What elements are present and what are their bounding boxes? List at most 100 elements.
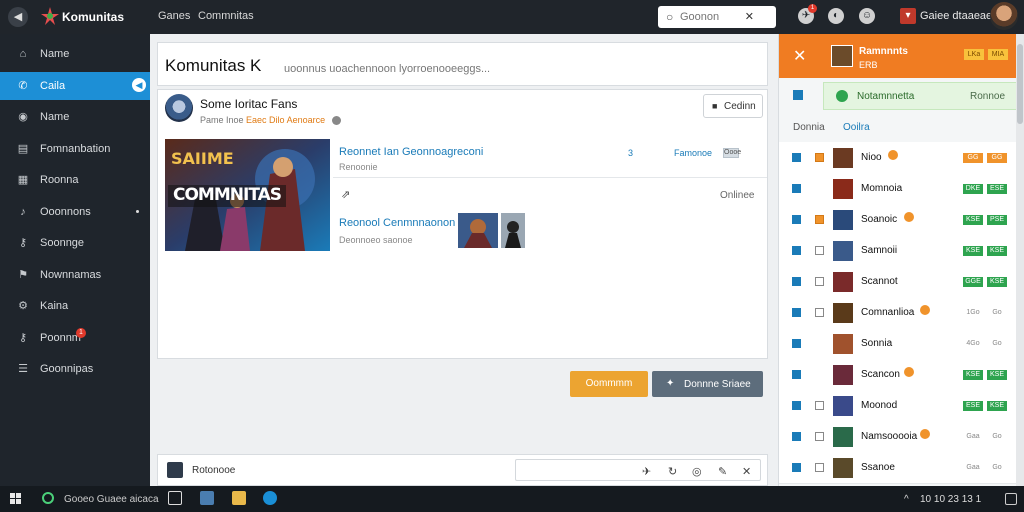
- scrollbar[interactable]: [1016, 34, 1024, 486]
- checkbox[interactable]: [792, 432, 801, 441]
- collapse-icon[interactable]: ◀: [132, 77, 146, 92]
- community-banner[interactable]: SAIIME COMMNITAS: [165, 139, 330, 251]
- search-icon[interactable]: [42, 492, 54, 504]
- sidebar-item[interactable]: ✆ Caila ◀: [0, 71, 150, 100]
- tab-online[interactable]: Ooilra: [843, 122, 870, 133]
- member-row[interactable]: Comnanlioa 1Go Go: [779, 297, 1019, 329]
- member-avatar[interactable]: [833, 179, 853, 199]
- sidebar-item[interactable]: ♪ Ooonnons: [0, 198, 150, 226]
- message-icon[interactable]: ◐: [828, 8, 844, 24]
- back-arrow-icon[interactable]: ◀: [8, 7, 28, 27]
- file-explorer-icon[interactable]: [232, 491, 246, 505]
- panel-tag[interactable]: LKa: [964, 49, 984, 60]
- member-name[interactable]: Scannot: [861, 276, 898, 287]
- tab-members[interactable]: Donnia: [793, 122, 825, 133]
- member-row[interactable]: Moonod ESE KSE: [779, 390, 1019, 422]
- checkbox[interactable]: [792, 246, 801, 255]
- checkbox[interactable]: [792, 370, 801, 379]
- checkbox[interactable]: [792, 277, 801, 286]
- sidebar-item[interactable]: ⚙ Kaina: [0, 292, 150, 320]
- panel-tag[interactable]: MIA: [988, 49, 1008, 60]
- role-checkbox[interactable]: [815, 153, 824, 162]
- role-checkbox[interactable]: [815, 215, 824, 224]
- member-row[interactable]: Samnoii KSE KSE: [779, 235, 1019, 267]
- search-box[interactable]: ○ ✕: [658, 6, 776, 28]
- checkbox[interactable]: [792, 463, 801, 472]
- sidebar-item[interactable]: ⚷ Poonnm 1: [0, 324, 150, 352]
- member-avatar[interactable]: [833, 458, 853, 478]
- checkbox[interactable]: [792, 153, 801, 162]
- member-name[interactable]: Scancon: [861, 369, 900, 380]
- search-input[interactable]: [680, 9, 750, 25]
- task-view-icon[interactable]: [168, 491, 182, 505]
- info-icon[interactable]: [331, 116, 341, 126]
- sidebar-item[interactable]: ▦ Roonna: [0, 166, 150, 194]
- role-checkbox[interactable]: [815, 401, 824, 410]
- checkbox[interactable]: [792, 308, 801, 317]
- edit-icon[interactable]: ✎: [718, 465, 727, 478]
- member-avatar[interactable]: [833, 241, 853, 261]
- member-row[interactable]: Scancon KSE KSE: [779, 359, 1019, 391]
- sidebar-item[interactable]: ⌂ Name: [0, 40, 150, 68]
- photos-app-icon[interactable]: [200, 491, 214, 505]
- bookmark-icon[interactable]: [793, 90, 803, 100]
- member-avatar[interactable]: [833, 148, 853, 168]
- nav-item-games[interactable]: Ganes: [158, 10, 190, 22]
- checkbox[interactable]: [792, 215, 801, 224]
- member-row[interactable]: Nioo GG GG: [779, 142, 1019, 174]
- sidebar-item[interactable]: ⚑ Nownnamas: [0, 261, 150, 289]
- sidebar-item[interactable]: ☰ Goonnipas: [0, 355, 150, 383]
- role-checkbox[interactable]: [815, 463, 824, 472]
- tray-arrow-icon[interactable]: ^: [904, 494, 909, 505]
- member-name[interactable]: Moonod: [861, 400, 897, 411]
- checkbox[interactable]: [792, 339, 801, 348]
- member-avatar[interactable]: [833, 303, 853, 323]
- member-name[interactable]: Nioo: [861, 152, 882, 163]
- member-avatar[interactable]: [833, 365, 853, 385]
- community-name[interactable]: Some Ioritac Fans: [200, 97, 297, 111]
- composer-input[interactable]: ✈ ↻ ◎ ✎ ✕: [515, 459, 761, 481]
- app-name[interactable]: Komunitas: [62, 10, 124, 24]
- role-checkbox[interactable]: [815, 246, 824, 255]
- windows-start-icon[interactable]: [10, 493, 22, 505]
- sidebar-item[interactable]: ◉ Name: [0, 103, 150, 131]
- community-avatar[interactable]: [165, 94, 193, 122]
- role-checkbox[interactable]: [815, 432, 824, 441]
- join-button[interactable]: ■ Cedinn: [703, 94, 763, 118]
- secondary-button[interactable]: ✦ Donnne Sriaee: [652, 371, 763, 397]
- close-icon[interactable]: ✕: [793, 46, 806, 66]
- user-avatar[interactable]: [990, 2, 1018, 30]
- member-row[interactable]: Sonnia 4Go Go: [779, 328, 1019, 360]
- scrollbar-thumb[interactable]: [1017, 44, 1023, 124]
- tray-clock[interactable]: 10 10 23 13 1: [920, 494, 981, 505]
- post2-title[interactable]: Reonool Cenmnnaonon: [339, 217, 455, 229]
- member-name[interactable]: Ssanoe: [861, 462, 895, 473]
- emoji-icon[interactable]: ◎: [692, 465, 702, 478]
- browser-icon[interactable]: [263, 491, 277, 505]
- member-avatar[interactable]: [833, 396, 853, 416]
- member-name[interactable]: Soanoic: [861, 214, 897, 225]
- meta-highlight[interactable]: Eaec Dilo Aenoarce: [246, 115, 325, 125]
- close-icon[interactable]: ✕: [742, 465, 751, 478]
- member-name[interactable]: Sonnia: [861, 338, 892, 349]
- member-name[interactable]: Comnanlioa: [861, 307, 914, 318]
- share-icon[interactable]: ⇗: [341, 188, 350, 201]
- komunitas-logo-icon[interactable]: [40, 6, 60, 26]
- post-title[interactable]: Reonnet Ian Geonnoagreconi: [339, 146, 483, 158]
- sidebar-item[interactable]: ⚷ Soonnge: [0, 229, 150, 257]
- status-bar[interactable]: Notamnnetta Ronnoe: [823, 82, 1019, 110]
- user-name[interactable]: Gaiee dtaaeaee: [920, 10, 998, 22]
- taskbar-search-label[interactable]: Gooeo Guaee aicaca: [64, 494, 159, 505]
- member-row[interactable]: Scannot GGE KSE: [779, 266, 1019, 298]
- nav-item-communities[interactable]: Commnitas: [198, 10, 254, 22]
- post-thumbnail[interactable]: [458, 213, 498, 248]
- member-avatar[interactable]: [833, 272, 853, 292]
- post-tag[interactable]: Oooe: [723, 148, 741, 158]
- member-name[interactable]: Namsooooia: [861, 431, 917, 442]
- member-row[interactable]: Momnoia DKE ESE: [779, 173, 1019, 205]
- member-name[interactable]: Momnoia: [861, 183, 902, 194]
- post-thumbnail[interactable]: [501, 213, 525, 248]
- checkbox[interactable]: [792, 401, 801, 410]
- inbox-icon[interactable]: ▾: [900, 8, 916, 24]
- member-avatar[interactable]: [833, 334, 853, 354]
